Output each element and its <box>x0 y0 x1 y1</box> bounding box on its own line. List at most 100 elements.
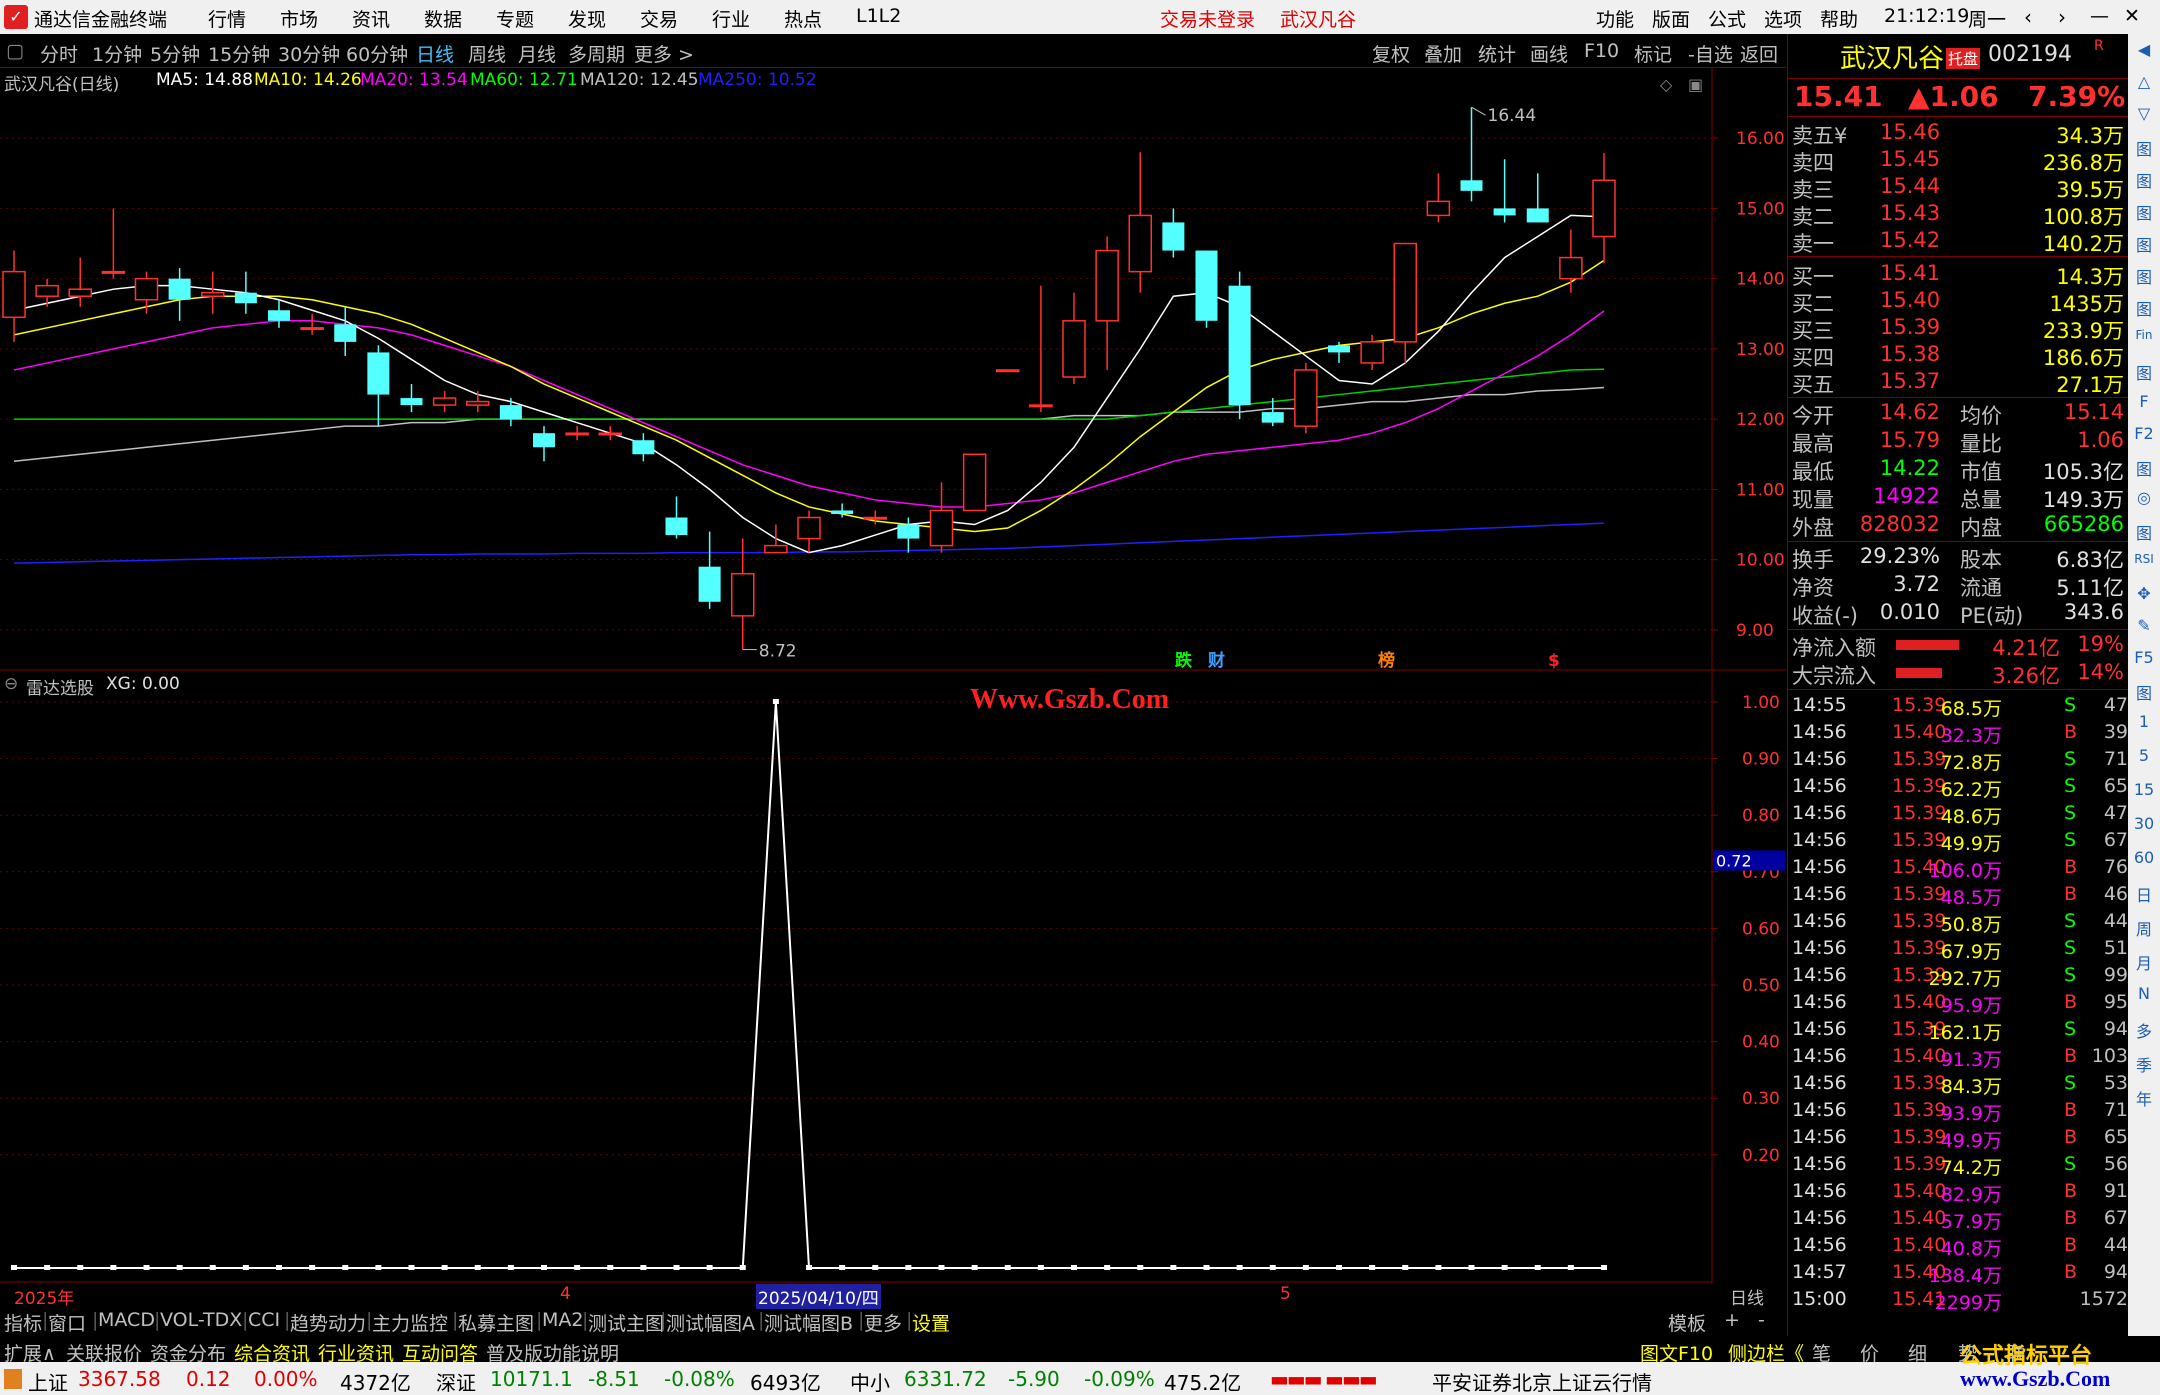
candle[interactable] <box>1592 152 1616 264</box>
menu-layout[interactable]: 版面 <box>1652 5 1690 32</box>
side-tool-icon[interactable]: 周 <box>2128 916 2160 940</box>
side-tool-icon[interactable]: 1 <box>2128 712 2160 731</box>
menu-discover[interactable]: 发现 <box>568 5 606 32</box>
indicator-tab[interactable]: 趋势动力 <box>290 1309 366 1336</box>
template-tab-button[interactable]: - <box>1758 1309 1765 1331</box>
candle[interactable] <box>1493 159 1516 223</box>
side-tool-icon[interactable]: 图 <box>2128 200 2160 224</box>
menu-hot[interactable]: 热点 <box>784 5 822 32</box>
candle[interactable] <box>201 271 225 314</box>
side-tool-icon[interactable]: 图 <box>2128 168 2160 192</box>
side-tool-icon[interactable]: 30 <box>2128 814 2160 833</box>
event-marker[interactable]: 跌 <box>1175 651 1193 671</box>
side-tool-icon[interactable]: 15 <box>2128 780 2160 799</box>
side-tool-icon[interactable]: ◎ <box>2128 488 2160 507</box>
indicator-tab[interactable]: 指标 <box>4 1309 42 1336</box>
buy-level-row[interactable]: 买三 15.39 233.9万 <box>1792 315 2124 343</box>
buy-level-row[interactable]: 买四 15.38 186.6万 <box>1792 342 2124 370</box>
candle[interactable] <box>1526 173 1549 223</box>
side-tool-icon[interactable]: 图 <box>2128 680 2160 704</box>
template-tab-button[interactable]: + <box>1724 1309 1740 1331</box>
menu-formula[interactable]: 公式 <box>1708 5 1746 32</box>
candle[interactable] <box>466 391 490 413</box>
side-tool-icon[interactable]: ◀ <box>2128 40 2160 59</box>
candlestick-chart[interactable]: 16.00 15.00 14.00 13.00 12.00 11.00 10.00 9.00 1… <box>0 68 1786 671</box>
indicator-chart[interactable]: 1.000.900.800.700.600.500.400.300.200.72 <box>0 672 1786 1284</box>
side-tool-icon[interactable]: N <box>2128 984 2160 1003</box>
zx-label[interactable]: 中小 <box>850 1367 890 1395</box>
candle[interactable] <box>400 384 423 413</box>
candle[interactable] <box>764 524 788 554</box>
candle[interactable] <box>797 510 821 553</box>
buy-level-row[interactable]: 买二 15.40 1435万 <box>1792 288 2124 316</box>
back-icon[interactable]: ‹ <box>2024 5 2032 29</box>
candle[interactable] <box>1426 173 1451 223</box>
menu-l1l2[interactable]: L1L2 <box>856 5 901 27</box>
btn-mark[interactable]: 标记 <box>1634 40 1672 67</box>
chart-window-icon[interactable]: ▣ <box>1688 75 1703 94</box>
candle[interactable] <box>367 345 390 427</box>
candle[interactable] <box>1228 271 1251 420</box>
side-tool-icon[interactable]: 日 <box>2128 882 2160 906</box>
btn-stats[interactable]: 统计 <box>1478 40 1516 67</box>
sell-level-row[interactable]: 卖五¥ 15.46 34.3万 <box>1792 120 2124 148</box>
side-tool-icon[interactable]: 季 <box>2128 1052 2160 1076</box>
candle[interactable] <box>598 426 622 441</box>
menu-function[interactable]: 功能 <box>1596 5 1634 32</box>
indicator-tab[interactable]: 窗口 <box>48 1309 86 1336</box>
side-tool-icon[interactable]: 图 <box>2128 360 2160 384</box>
candle[interactable] <box>1460 107 1483 202</box>
event-marker[interactable]: 榜 <box>1378 650 1395 671</box>
period-30min[interactable]: 30分钟 <box>278 40 340 67</box>
event-marker[interactable]: $ <box>1548 651 1560 671</box>
period-15min[interactable]: 15分钟 <box>208 40 270 67</box>
candle[interactable] <box>168 268 191 321</box>
period-daily[interactable]: 日线 <box>416 40 454 67</box>
candle[interactable] <box>101 208 126 279</box>
candle[interactable] <box>1559 229 1583 293</box>
btn-watchlist-remove[interactable]: -自选 <box>1688 40 1733 67</box>
indicator-tab[interactable]: MACD <box>98 1309 155 1331</box>
side-tool-icon[interactable]: F2 <box>2128 424 2160 443</box>
side-tool-icon[interactable]: 图 <box>2128 136 2160 160</box>
btn-return[interactable]: 返回 <box>1740 40 1778 67</box>
candle[interactable] <box>698 531 721 609</box>
indicator-tab[interactable]: 测试主图 <box>588 1309 664 1336</box>
side-tool-icon[interactable]: ▽ <box>2128 104 2160 123</box>
menu-news[interactable]: 资讯 <box>352 5 390 32</box>
event-marker[interactable]: 财 <box>1207 650 1225 671</box>
sell-level-row[interactable]: 卖二 15.43 100.8万 <box>1792 201 2124 229</box>
sell-level-row[interactable]: 卖三 15.44 39.5万 <box>1792 174 2124 202</box>
side-tool-icon[interactable]: 60 <box>2128 848 2160 867</box>
period-5min[interactable]: 5分钟 <box>150 40 200 67</box>
menu-help[interactable]: 帮助 <box>1820 5 1858 32</box>
template-tab-button[interactable]: 模板 <box>1668 1309 1706 1336</box>
candle[interactable] <box>35 278 59 307</box>
candle[interactable] <box>234 271 257 314</box>
side-tool-icon[interactable]: 5 <box>2128 746 2160 765</box>
side-tool-icon[interactable]: 多 <box>2128 1018 2160 1042</box>
side-tool-icon[interactable]: 年 <box>2128 1086 2160 1110</box>
menu-market-quote[interactable]: 行情 <box>208 5 246 32</box>
candle[interactable] <box>300 313 324 335</box>
btn-fuquan[interactable]: 复权 <box>1372 40 1410 67</box>
indicator-tab[interactable]: VOL-TDX <box>160 1309 242 1331</box>
candle[interactable] <box>68 257 92 307</box>
sh-label[interactable]: 上证 <box>28 1367 68 1395</box>
side-tool-icon[interactable]: ✎ <box>2128 616 2160 635</box>
period-more[interactable]: 更多 > <box>634 40 694 67</box>
side-tool-icon[interactable]: RSI <box>2128 552 2160 566</box>
side-tool-icon[interactable]: F <box>2128 392 2160 411</box>
indicator-tab[interactable]: 主力监控 <box>372 1309 448 1336</box>
period-1min[interactable]: 1分钟 <box>92 40 142 67</box>
side-tool-icon[interactable]: 图 <box>2128 520 2160 544</box>
side-tool-icon[interactable]: Fin <box>2128 328 2160 342</box>
minimize-icon[interactable]: — <box>2090 5 2109 27</box>
side-tool-icon[interactable]: 月 <box>2128 950 2160 974</box>
candle[interactable] <box>665 496 688 539</box>
sz-label[interactable]: 深证 <box>436 1367 476 1395</box>
candle[interactable] <box>565 426 589 441</box>
sub-chart-area[interactable]: ⊖ 雷达选股 XG: 0.00 1.00 0.90 0.80 0.70 0.60 0.50… <box>0 672 1786 1284</box>
indicator-tab[interactable]: MA2 <box>542 1309 583 1331</box>
candle[interactable] <box>731 538 755 650</box>
